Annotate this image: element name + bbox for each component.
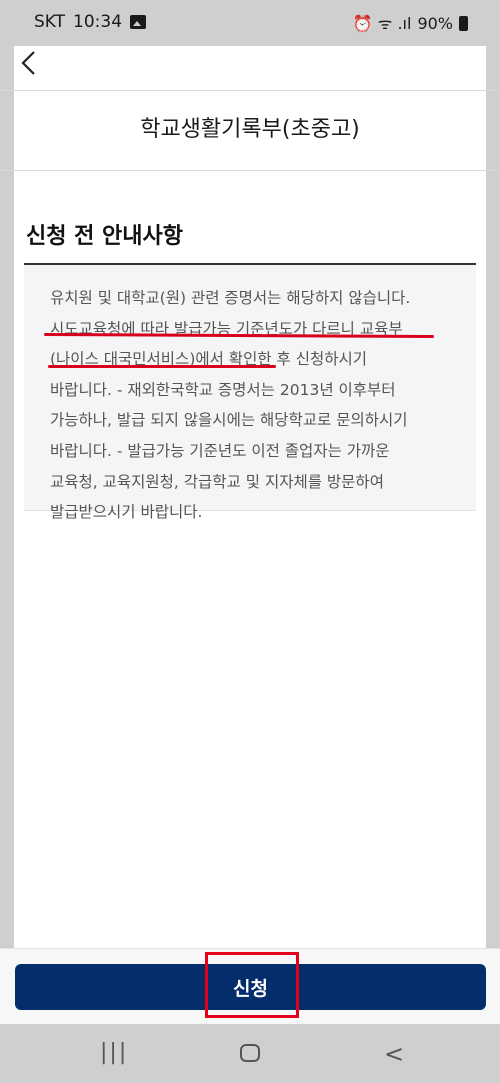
notice-box: 유치원 및 대학교(원) 관련 증명서는 해당하지 않습니다. 시도교육청에 따… <box>24 265 476 521</box>
chevron-left-icon <box>21 51 35 75</box>
annotation-highlight-box <box>205 952 299 1018</box>
notice-line: 바랍니다. - 발급가능 기준년도 이전 졸업자는 가까운 <box>50 441 390 460</box>
battery-level: 90% <box>417 13 453 33</box>
battery-icon <box>459 15 468 31</box>
page-title: 학교생활기록부(초중고) <box>140 117 360 142</box>
notice-line: 가능하나, 발급 되지 않을시에는 해당학교로 문의하시기 <box>50 411 408 430</box>
home-button[interactable] <box>240 1044 260 1062</box>
back-button[interactable] <box>18 48 48 82</box>
system-nav-bar: ||| < <box>0 1024 500 1083</box>
clock: 10:34 <box>73 12 123 32</box>
status-bar: SKT 10:34 ⏰ ᯤ .ıl 90% <box>0 0 500 46</box>
notice-text: 유치원 및 대학교(원) 관련 증명서는 해당하지 않습니다. 시도교육청에 따… <box>50 283 458 528</box>
annotation-underline <box>48 365 276 368</box>
carrier-label: SKT <box>34 12 66 32</box>
section-title: 신청 전 안내사항 <box>26 224 183 249</box>
app-screen <box>14 0 486 1083</box>
notice-line: 유치원 및 대학교(원) 관련 증명서는 해당하지 않습니다. <box>50 289 411 307</box>
gallery-notification-icon <box>130 15 147 29</box>
notice-line: 발급받으시기 바랍니다. <box>50 503 203 522</box>
recent-apps-button[interactable]: ||| <box>100 1040 128 1065</box>
header-divider <box>0 90 500 91</box>
system-back-button[interactable]: < <box>384 1040 404 1068</box>
notice-line: 바랍니다. - 재외한국학교 증명서는 2013년 이후부터 <box>50 380 396 399</box>
notice-line: 교육청, 교육지원청, 각급학교 및 지자체를 방문하여 <box>50 472 384 491</box>
signal-indicators: ⏰ ᯤ .ıl <box>352 14 412 33</box>
title-divider <box>0 170 500 171</box>
